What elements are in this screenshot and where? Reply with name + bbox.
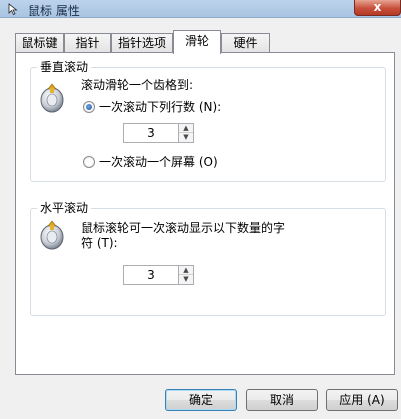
spin-up-arrow-icon[interactable]: ▲ (179, 124, 193, 133)
chars-input[interactable]: 3 (123, 265, 179, 285)
lines-spin-buttons: ▲ ▼ (179, 123, 194, 143)
chars-spin-buttons: ▲ ▼ (179, 265, 194, 285)
apply-button[interactable]: 应用 (A) (326, 389, 398, 411)
tab-pointer-options[interactable]: 指针选项 (111, 33, 173, 53)
close-button[interactable]: x (354, 0, 401, 16)
cancel-button[interactable]: 取消 (246, 389, 318, 411)
tab-buttons[interactable]: 鼠标键 (15, 33, 64, 53)
wheel-tab-panel: 垂直滚动 滚动滑轮一个齿格到: 一次滚动下列行数 (N): 3 ▲ ▼ 一次滚动… (15, 52, 395, 375)
scroll-screen-label: 一次滚动一个屏幕 (O) (99, 155, 218, 169)
tab-pointers[interactable]: 指针 (64, 33, 111, 53)
horizontal-scrolling-label: 水平滚动 (37, 200, 92, 216)
vertical-scrolling-group: 垂直滚动 滚动滑轮一个齿格到: 一次滚动下列行数 (N): 3 ▲ ▼ 一次滚动… (30, 59, 386, 182)
scroll-wheel-icon (40, 83, 64, 113)
lines-spinner[interactable]: 3 ▲ ▼ (123, 123, 195, 143)
scroll-lines-label: 一次滚动下列行数 (N): (99, 100, 222, 114)
window-title: 鼠标 属性 (28, 4, 80, 18)
scroll-screen-radio[interactable] (83, 156, 95, 168)
spin-down-arrow-icon[interactable]: ▼ (179, 275, 193, 284)
lines-input[interactable]: 3 (123, 123, 179, 143)
vertical-description: 滚动滑轮一个齿格到: (81, 78, 194, 92)
tab-hardware[interactable]: 硬件 (221, 33, 270, 53)
mouse-icon (8, 3, 18, 16)
scroll-wheel-icon (40, 220, 64, 250)
mouse-properties-dialog: 鼠标键 指针 指针选项 滑轮 硬件 垂直滚动 滚动滑轮一个齿格到: 一次滚动下列… (0, 18, 401, 419)
chars-spinner[interactable]: 3 ▲ ▼ (123, 265, 195, 285)
horizontal-description-line2: 符 (T): (81, 236, 118, 250)
ok-button[interactable]: 确定 (165, 389, 237, 411)
horizontal-scrolling-group: 水平滚动 鼠标滚轮可一次滚动显示以下数量的字 符 (T): 3 ▲ ▼ (30, 200, 386, 316)
title-bar: 鼠标 属性 x (0, 0, 401, 18)
vertical-scrolling-label: 垂直滚动 (37, 59, 92, 75)
spin-down-arrow-icon[interactable]: ▼ (179, 133, 193, 142)
spin-up-arrow-icon[interactable]: ▲ (179, 266, 193, 275)
tab-wheel[interactable]: 滑轮 (173, 30, 221, 54)
scroll-lines-radio[interactable] (83, 101, 95, 113)
horizontal-description-line1: 鼠标滚轮可一次滚动显示以下数量的字 (81, 221, 286, 235)
